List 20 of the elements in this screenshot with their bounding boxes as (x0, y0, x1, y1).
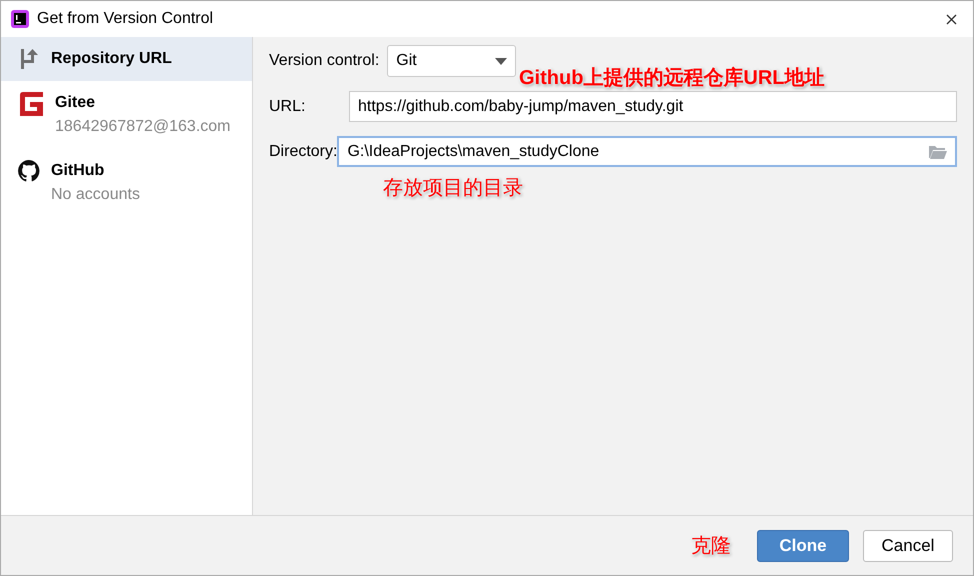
gitee-logo-icon (17, 91, 45, 117)
annotation-text: 克隆 (691, 534, 731, 558)
version-control-dropdown[interactable]: Git (387, 45, 516, 77)
sidebar-item[interactable]: GitHub No accounts (1, 149, 252, 217)
annotation-text: Github上提供的远程仓库URL地址 (519, 66, 825, 91)
annotation-text: 存放项目的目录 (383, 176, 523, 201)
app-icon (11, 10, 29, 28)
sidebar-item[interactable]: Gitee 18642967872@163.com (1, 81, 252, 149)
window-title: Get from Version Control (37, 9, 214, 29)
field-label: Directory: (269, 142, 338, 162)
directory-field[interactable]: G:\IdeaProjects\maven_studyClone (337, 136, 957, 167)
url-field[interactable]: https://github.com/baby-jump/maven_study.git (349, 91, 957, 122)
cancel-button[interactable]: Cancel (863, 530, 953, 562)
field-label: URL: (269, 96, 306, 116)
sidebar-item[interactable]: Repository URL (1, 37, 252, 81)
clone-button[interactable]: Clone (757, 530, 849, 562)
caret-icon (495, 58, 508, 64)
field-label: Version control: (269, 51, 380, 71)
close-icon (946, 14, 957, 26)
github-logo-icon (17, 159, 41, 183)
